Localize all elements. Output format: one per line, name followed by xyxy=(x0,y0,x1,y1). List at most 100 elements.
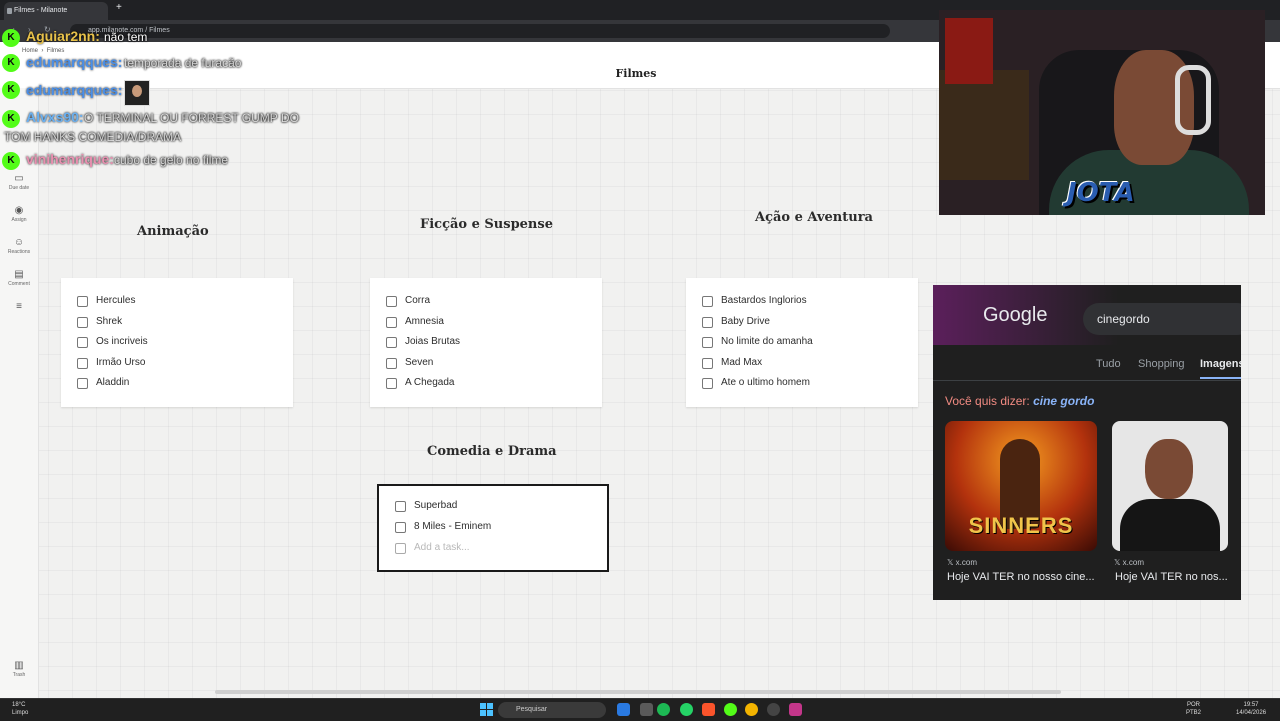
task-checkbox[interactable] xyxy=(395,522,406,533)
task-label: Ate o ultimo homem xyxy=(721,377,810,388)
obs-icon[interactable] xyxy=(767,703,780,716)
result-caption[interactable]: Hoje VAI TER no nos... xyxy=(1115,571,1233,583)
task-item[interactable]: Seven xyxy=(386,355,433,371)
file-explorer-icon[interactable] xyxy=(640,703,653,716)
google-logo[interactable]: Google xyxy=(983,304,1048,327)
heading-comedia-drama[interactable]: Comedia e Drama xyxy=(427,444,557,459)
task-item[interactable]: Amnesia xyxy=(386,314,444,330)
task-label: Joias Brutas xyxy=(405,336,461,347)
task-checkbox[interactable] xyxy=(77,317,88,328)
google-tab-all[interactable]: Tudo xyxy=(1096,358,1121,370)
task-list-animacao[interactable]: Hercules Shrek Os incriveis Irmão Urso A… xyxy=(61,278,293,407)
result-caption[interactable]: Hoje VAI TER no nosso cine... xyxy=(947,571,1097,583)
task-checkbox[interactable] xyxy=(77,358,88,369)
chat-badge-icon: K xyxy=(2,29,20,47)
task-item[interactable]: Joias Brutas xyxy=(386,334,460,350)
task-checkbox[interactable] xyxy=(386,378,397,389)
task-item[interactable]: Aladdin xyxy=(77,375,129,391)
task-checkbox[interactable] xyxy=(386,317,397,328)
heading-animacao[interactable]: Animação xyxy=(137,224,209,239)
task-label: No limite do amanha xyxy=(721,336,813,347)
app-icon[interactable] xyxy=(789,703,802,716)
comment-tool[interactable]: ▤ Comment xyxy=(0,269,38,287)
weather-widget[interactable]: 18°C Limpo xyxy=(12,701,28,717)
spotify-icon[interactable] xyxy=(657,703,670,716)
task-checkbox xyxy=(395,543,406,554)
result-source: 𝕏 x.com xyxy=(947,558,978,567)
task-item[interactable]: Bastardos Inglorios xyxy=(702,293,807,309)
task-checkbox[interactable] xyxy=(386,296,397,307)
heading-acao-aventura[interactable]: Ação e Aventura xyxy=(755,210,873,225)
vscode-icon[interactable] xyxy=(617,703,630,716)
task-list-acao-aventura[interactable]: Bastardos Inglorios Baby Drive No limite… xyxy=(686,278,918,407)
image-result-person[interactable] xyxy=(1112,421,1228,551)
task-checkbox[interactable] xyxy=(702,317,713,328)
chrome-icon[interactable] xyxy=(745,703,758,716)
list-icon: ≡ xyxy=(16,301,22,312)
task-label: Mad Max xyxy=(721,357,763,368)
assign-tool[interactable]: ◉ Assign xyxy=(0,205,38,223)
clock-time: 19:57 xyxy=(1243,702,1259,708)
trash-icon: ▥ xyxy=(14,660,24,671)
webcam-poster xyxy=(945,18,993,84)
browser-tab[interactable]: Filmes - Milanote xyxy=(4,2,108,20)
task-item[interactable]: 8 Miles - Eminem xyxy=(395,519,491,535)
task-checkbox[interactable] xyxy=(77,378,88,389)
brave-icon[interactable] xyxy=(702,703,715,716)
task-item[interactable]: Os incriveis xyxy=(77,334,148,350)
task-checkbox[interactable] xyxy=(77,296,88,307)
task-item[interactable]: Superbad xyxy=(395,498,457,514)
url-field[interactable]: app.milanote.com / Filmes xyxy=(70,24,890,38)
reactions-tool[interactable]: ☺ Reactions xyxy=(0,237,38,255)
task-label: Superbad xyxy=(414,500,458,511)
heading-ficcao-suspense[interactable]: Ficção e Suspense xyxy=(420,217,553,232)
did-you-mean-link[interactable]: cine gordo xyxy=(1033,394,1094,408)
task-item[interactable]: No limite do amanha xyxy=(702,334,813,350)
chat-badge-icon: K xyxy=(2,54,20,72)
taskbar-search[interactable]: Pesquisar xyxy=(498,702,606,718)
task-item[interactable]: Shrek xyxy=(77,314,122,330)
task-item[interactable]: A Chegada xyxy=(386,375,455,391)
image-result-sinners[interactable]: SINNERS xyxy=(945,421,1097,551)
task-checkbox[interactable] xyxy=(702,296,713,307)
add-task-input[interactable]: Add a task... xyxy=(395,540,470,556)
list-tool[interactable]: ≡ xyxy=(0,301,38,313)
task-checkbox[interactable] xyxy=(77,337,88,348)
task-checkbox[interactable] xyxy=(395,501,406,512)
did-you-mean-prefix: Você quis dizer: xyxy=(945,394,1030,408)
task-checkbox[interactable] xyxy=(702,358,713,369)
task-item[interactable]: Irmão Urso xyxy=(77,355,145,371)
task-label: Amnesia xyxy=(405,316,444,327)
task-checkbox[interactable] xyxy=(386,358,397,369)
task-list-ficcao-suspense[interactable]: Corra Amnesia Joias Brutas Seven A Chega… xyxy=(370,278,602,407)
task-item[interactable]: Ate o ultimo homem xyxy=(702,375,810,391)
google-search-field[interactable]: cinegordo xyxy=(1083,303,1241,335)
result-source-label: x.com xyxy=(955,558,978,567)
keyboard-layout[interactable]: POR PTB2 xyxy=(1186,701,1201,717)
task-item[interactable]: Corra xyxy=(386,293,430,309)
task-label: Corra xyxy=(405,295,431,306)
poster-title: SINNERS xyxy=(968,513,1074,538)
task-list-comedia-drama[interactable]: Superbad 8 Miles - Eminem Add a task... xyxy=(377,484,609,572)
start-button[interactable] xyxy=(480,703,493,716)
task-item[interactable]: Mad Max xyxy=(702,355,762,371)
google-tab-shopping[interactable]: Shopping xyxy=(1138,358,1185,370)
milanote-favicon-icon xyxy=(7,8,12,14)
trash-tool[interactable]: ▥ Trash xyxy=(0,660,38,678)
kick-icon[interactable] xyxy=(724,703,737,716)
google-tab-images[interactable]: Imagens xyxy=(1200,358,1241,370)
comment-icon: ▤ xyxy=(14,269,24,280)
new-tab-button[interactable]: + xyxy=(116,2,122,13)
horizontal-scrollbar[interactable] xyxy=(215,690,1061,694)
clock[interactable]: 19:57 14/04/2026 xyxy=(1236,701,1266,717)
weather-condition: Limpo xyxy=(12,710,29,716)
task-checkbox[interactable] xyxy=(702,337,713,348)
task-item[interactable]: Hercules xyxy=(77,293,135,309)
task-label: Hercules xyxy=(96,295,136,306)
task-checkbox[interactable] xyxy=(386,337,397,348)
due-date-tool[interactable]: ▭ Due date xyxy=(0,173,38,191)
task-checkbox[interactable] xyxy=(702,378,713,389)
streamer-webcam: JOTA xyxy=(939,10,1265,215)
whatsapp-icon[interactable] xyxy=(680,703,693,716)
task-item[interactable]: Baby Drive xyxy=(702,314,770,330)
